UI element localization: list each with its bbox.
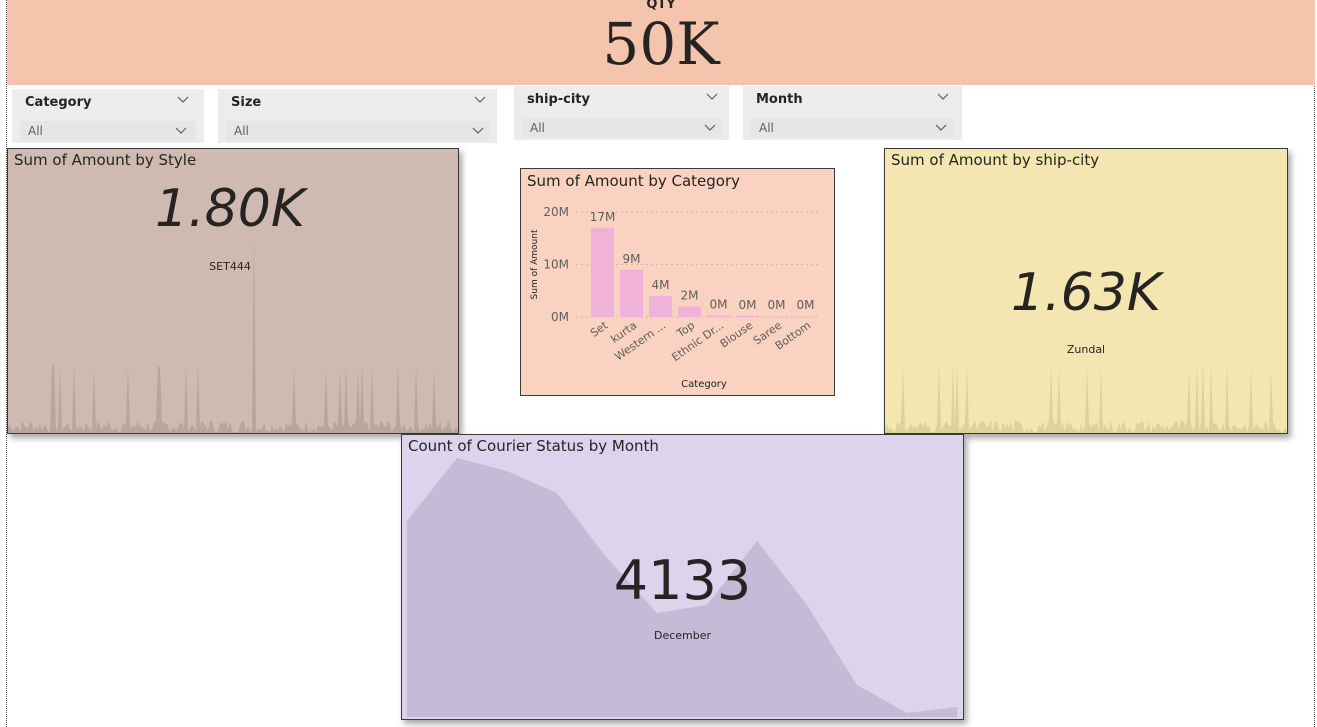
chevron-down-icon[interactable] xyxy=(936,90,950,102)
data-label: 9M xyxy=(623,252,641,266)
amount-by-ship-city-card[interactable]: Sum of Amount by ship-city 1.63K Zundal xyxy=(884,148,1288,434)
slicer-title: Category xyxy=(25,95,92,110)
chevron-down-icon[interactable] xyxy=(473,93,487,105)
bar xyxy=(794,316,817,318)
bar xyxy=(649,296,672,317)
card-title: Sum of Amount by Style xyxy=(14,151,197,169)
card-value: 1.80K xyxy=(155,179,305,239)
qty-kpi-card[interactable]: QTY 50K xyxy=(7,0,1315,85)
card-title: Sum of Amount by ship-city xyxy=(891,151,1100,169)
slicer-value: All xyxy=(759,121,774,135)
data-label: 4M xyxy=(652,278,670,292)
x-axis-label: Category xyxy=(681,379,727,390)
chevron-down-icon[interactable] xyxy=(705,90,719,102)
bar xyxy=(678,306,701,317)
chevron-down-icon[interactable] xyxy=(174,125,188,137)
amount-by-style-card[interactable]: Sum of Amount by Style 1.80K SET444 xyxy=(7,148,459,434)
bar xyxy=(591,227,614,317)
slicer-dropdown[interactable]: All xyxy=(20,121,196,141)
kpi-value: 50K xyxy=(602,10,720,78)
y-axis-label: Sum of Amount xyxy=(530,229,540,299)
data-label: 17M xyxy=(590,210,616,224)
y-tick-label: 20M xyxy=(543,205,569,219)
courier-status-by-month-card[interactable]: Count of Courier Status by Month 4133 De… xyxy=(401,434,964,720)
slicer-ship-city[interactable]: ship-city All xyxy=(514,86,729,140)
bar xyxy=(736,315,759,317)
card-category-label: December xyxy=(653,629,712,642)
chevron-down-icon[interactable] xyxy=(176,93,190,105)
bar xyxy=(765,316,788,318)
bar xyxy=(707,315,730,317)
chevron-down-icon[interactable] xyxy=(703,122,717,134)
slicer-value: All xyxy=(28,124,43,138)
slicer-title: Size xyxy=(231,95,262,110)
slicer-title: ship-city xyxy=(527,92,591,107)
card-category-label: SET444 xyxy=(209,260,251,273)
card-value: 1.63K xyxy=(1011,263,1161,323)
amount-by-category-chart[interactable]: Sum of Amount by Category 20M 10M 0M Sum of… xyxy=(520,168,835,396)
data-label: 2M xyxy=(681,289,699,303)
slicer-size[interactable]: Size All xyxy=(218,89,497,143)
card-category-label: Zundal xyxy=(1066,343,1106,356)
slicer-value: All xyxy=(530,121,545,135)
data-label: 0M xyxy=(797,298,815,312)
card-value: 4133 xyxy=(613,549,752,612)
x-tick-label: Set xyxy=(588,318,611,339)
data-label: 0M xyxy=(710,297,728,311)
data-label: 0M xyxy=(739,298,757,312)
x-tick-label: Blouse xyxy=(718,319,756,351)
y-tick-label: 10M xyxy=(543,258,569,272)
slicer-month[interactable]: Month All xyxy=(743,86,962,140)
y-tick-label: 0M xyxy=(551,310,569,324)
chevron-down-icon[interactable] xyxy=(934,122,948,134)
data-label: 0M xyxy=(768,298,786,312)
slicer-value: All xyxy=(234,124,249,138)
card-title: Count of Courier Status by Month xyxy=(408,437,659,455)
slicer-dropdown[interactable]: All xyxy=(751,118,954,138)
sparkline-area xyxy=(885,363,1287,433)
chevron-down-icon[interactable] xyxy=(471,125,485,137)
bar xyxy=(620,269,643,317)
slicer-category[interactable]: Category All xyxy=(12,89,204,143)
slicer-title: Month xyxy=(756,92,803,107)
slicer-dropdown[interactable]: All xyxy=(522,118,721,138)
bar-chart-plot: 20M10M0MSum of Amount17MSet9Mkurta4MWest… xyxy=(530,205,821,390)
slicer-dropdown[interactable]: All xyxy=(226,121,489,141)
